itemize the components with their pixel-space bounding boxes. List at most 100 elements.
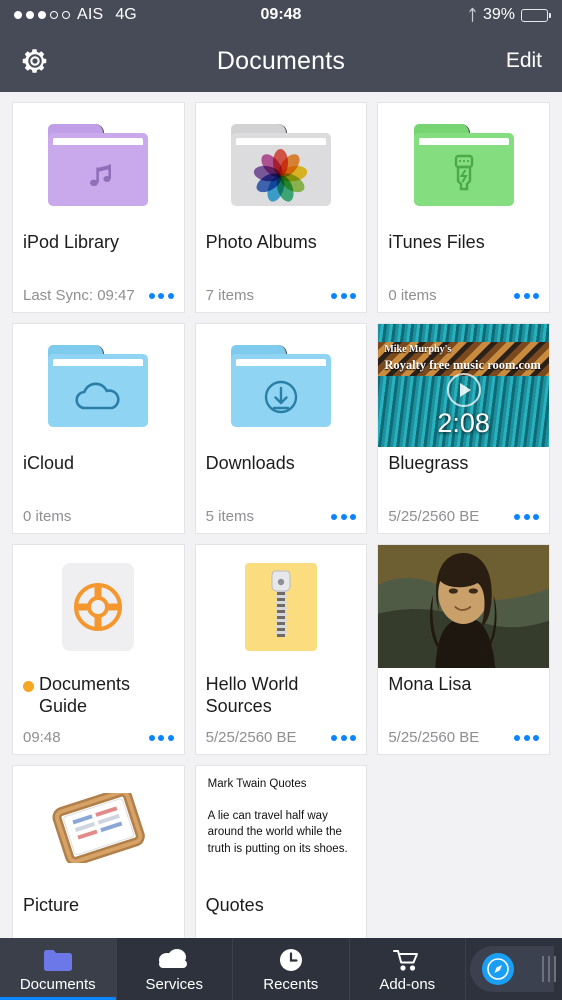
bluetooth-icon: ᛏ <box>467 6 477 24</box>
tab-add-ons[interactable]: Add-ons <box>350 938 466 1000</box>
file-meta-label: 5/25/2560 BE <box>388 729 480 746</box>
more-options-button[interactable] <box>514 734 539 741</box>
more-options-button[interactable] <box>148 734 174 741</box>
unread-badge <box>23 681 34 692</box>
file-meta-label: 0 items <box>23 508 72 525</box>
file-grid[interactable]: iPod Library Last Sync: 09:47 Photo Albu… <box>0 92 562 1000</box>
download-folder-icon <box>230 344 331 427</box>
file-thumbnail <box>196 103 367 226</box>
file-meta-label: 5 items <box>205 508 255 525</box>
gear-icon[interactable] <box>20 46 50 76</box>
navigation-bar: Documents Edit <box>0 30 562 92</box>
video-duration: 2:08 <box>437 408 490 438</box>
file-footer: 5/25/2560 BE <box>378 508 549 533</box>
music-folder-icon <box>48 123 149 206</box>
carrier-label: AIS <box>77 6 104 23</box>
file-name-label: Mona Lisa <box>388 674 472 694</box>
file-tile[interactable]: iPod Library Last Sync: 09:47 <box>12 102 185 313</box>
app-screen: AIS 4G 09:48 ᛏ 39% Documents Edit iPod L… <box>0 0 562 1000</box>
image-thumbnail <box>378 545 549 668</box>
video-thumbnail: Mike Murphy's Royalty free music room.co… <box>378 324 549 447</box>
more-options-button[interactable] <box>331 734 357 741</box>
signal-strength-icon <box>14 11 70 19</box>
clock-icon <box>279 946 303 972</box>
file-meta-label: 09:48 <box>23 729 61 746</box>
preview-title: Mark Twain Quotes <box>207 778 307 790</box>
network-type-label: 4G <box>115 6 137 23</box>
battery-percent-label: 39% <box>482 6 515 23</box>
tab-label: Add-ons <box>379 975 436 993</box>
cloud-folder-icon <box>48 344 149 427</box>
browser-button[interactable] <box>466 938 562 1000</box>
file-name-label: Photo Albums <box>205 232 317 252</box>
folder-icon <box>43 946 73 972</box>
more-options-button[interactable] <box>331 513 357 520</box>
video-banner-line1: Mike Murphy's <box>384 344 452 355</box>
file-tile[interactable]: Mike Murphy's Royalty free music room.co… <box>377 323 550 534</box>
file-thumbnail <box>13 324 184 447</box>
file-meta-label: 0 items <box>388 287 437 304</box>
file-tile[interactable]: Documents Guide 09:48 <box>12 544 185 755</box>
safari-compass-icon[interactable] <box>482 953 514 985</box>
file-tile[interactable]: Downloads 5 items <box>194 323 368 534</box>
file-thumbnail <box>378 103 549 226</box>
more-options-button[interactable] <box>514 292 539 299</box>
tab-recents[interactable]: Recents <box>233 938 350 1000</box>
file-thumbnail <box>13 545 184 668</box>
tab-label: Recents <box>263 975 319 993</box>
file-thumbnail <box>196 545 367 668</box>
usb-folder-icon <box>413 123 514 206</box>
file-meta-label: 7 items <box>205 287 255 304</box>
file-thumbnail <box>13 766 184 889</box>
file-footer: 5 items <box>196 508 367 533</box>
file-tile[interactable]: Hello World Sources 5/25/2560 BE <box>194 544 368 755</box>
lifering-icon <box>62 562 135 651</box>
tab-services[interactable]: Services <box>117 938 233 1000</box>
file-name-label: Bluegrass <box>388 453 469 473</box>
status-bar-left: AIS 4G <box>14 6 137 24</box>
file-tile[interactable]: iTunes Files 0 items <box>377 102 550 313</box>
more-options-button[interactable] <box>331 292 357 299</box>
play-icon[interactable] <box>446 373 481 408</box>
file-name-label: iCloud <box>23 453 75 473</box>
file-meta-label: Last Sync: 09:47 <box>23 287 135 304</box>
tab-label: Services <box>145 975 204 993</box>
file-footer: 09:48 <box>13 729 184 754</box>
file-name-label: iPod Library <box>23 232 120 252</box>
more-options-button[interactable] <box>514 513 539 520</box>
page-title: Documents <box>216 46 346 75</box>
tab-label: Documents <box>19 975 96 993</box>
file-tile[interactable]: iCloud 0 items <box>12 323 185 534</box>
file-footer: 0 items <box>13 508 184 533</box>
edit-button[interactable]: Edit <box>506 49 542 73</box>
file-meta-label: 5/25/2560 BE <box>388 508 480 525</box>
paper-tray-icon <box>46 787 150 866</box>
cloud-icon <box>156 946 192 972</box>
file-name-label: Hello World Sources <box>205 674 299 716</box>
file-footer: 5/25/2560 BE <box>196 729 367 754</box>
file-name-label: iTunes Files <box>388 232 485 252</box>
file-footer: 0 items <box>378 287 549 312</box>
file-name-label: Documents Guide <box>13 668 184 729</box>
file-footer: 5/25/2560 BE <box>378 729 549 754</box>
file-thumbnail <box>196 324 367 447</box>
status-bar-right: ᛏ 39% <box>467 6 551 24</box>
file-footer: 7 items <box>196 287 367 312</box>
shopping-cart-icon <box>393 946 421 972</box>
tab-documents[interactable]: Documents <box>0 938 117 1000</box>
document-preview: Mark Twain Quotes A lie can travel half … <box>195 766 367 889</box>
file-tile[interactable]: Photo Albums 7 items <box>194 102 368 313</box>
file-meta-label: 5/25/2560 BE <box>205 729 297 746</box>
preview-body: A lie can travel half way around the wor… <box>207 810 348 855</box>
file-name-label: Downloads <box>205 453 295 473</box>
photos-folder-icon <box>230 123 331 206</box>
status-bar: AIS 4G 09:48 ᛏ 39% <box>0 0 562 30</box>
video-banner-line2: Royalty free music room.com <box>384 357 541 372</box>
more-options-button[interactable] <box>148 292 174 299</box>
file-thumbnail <box>13 103 184 226</box>
zip-archive-icon <box>244 562 317 651</box>
file-footer: Last Sync: 09:47 <box>13 287 184 312</box>
drag-grip-icon[interactable] <box>542 956 556 982</box>
file-tile[interactable]: Mona Lisa 5/25/2560 BE <box>377 544 550 755</box>
tab-bar: Documents Services Recents Add-ons <box>0 938 562 1000</box>
